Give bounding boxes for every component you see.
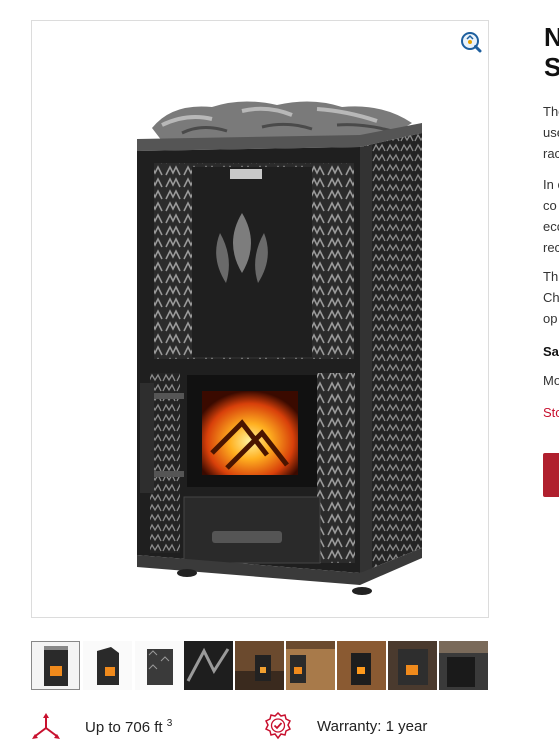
product-main-image[interactable] [31, 20, 489, 618]
wood-burning-sauna-stove-illustration [92, 93, 432, 610]
sauna-room-thumb-1[interactable] [235, 641, 284, 690]
sauna-room-thumb-3[interactable] [337, 641, 386, 690]
stove-panel-thumb[interactable] [135, 641, 184, 690]
heated-volume-text: Up to 706 ft [85, 719, 163, 736]
sauna-room-thumb-4[interactable] [388, 641, 437, 690]
description-line: use [543, 125, 559, 140]
spec-label: Sa [543, 344, 559, 359]
stock-status: Sto [543, 405, 559, 420]
product-features: Up to 706 ft 3 Warranty: 1 year [30, 711, 530, 747]
description-line: ecc [543, 219, 559, 234]
product-title: N S [544, 22, 559, 82]
stove-side-thumb[interactable] [83, 641, 132, 690]
description-line: In c [543, 177, 559, 192]
description-line: The [543, 104, 559, 119]
volume-unit-exponent: 3 [166, 718, 173, 729]
description-line: co [543, 198, 557, 213]
zoom-in-icon[interactable] [460, 31, 482, 53]
product-title-line-2: S [544, 52, 559, 82]
heated-volume-spec: Up to 706 ft 3 [85, 718, 172, 736]
description-line: op [543, 311, 558, 326]
room-volume-icon [30, 712, 62, 747]
add-to-cart-button[interactable] [543, 453, 559, 497]
description-line: rac [543, 146, 559, 161]
spec-value: Mo [543, 373, 559, 388]
sauna-room-thumb-5[interactable] [439, 641, 488, 690]
description-line: Thi [543, 269, 559, 284]
stove-detail-thumb[interactable] [184, 641, 233, 690]
warranty-text: Warranty: 1 year [317, 718, 428, 735]
stove-front-thumb[interactable] [31, 641, 80, 690]
sauna-room-thumb-2[interactable] [286, 641, 335, 690]
product-title-line-1: N [544, 22, 559, 52]
warranty-seal-icon [264, 711, 292, 745]
description-line: Ch [543, 290, 559, 305]
description-line: rec [543, 240, 559, 255]
